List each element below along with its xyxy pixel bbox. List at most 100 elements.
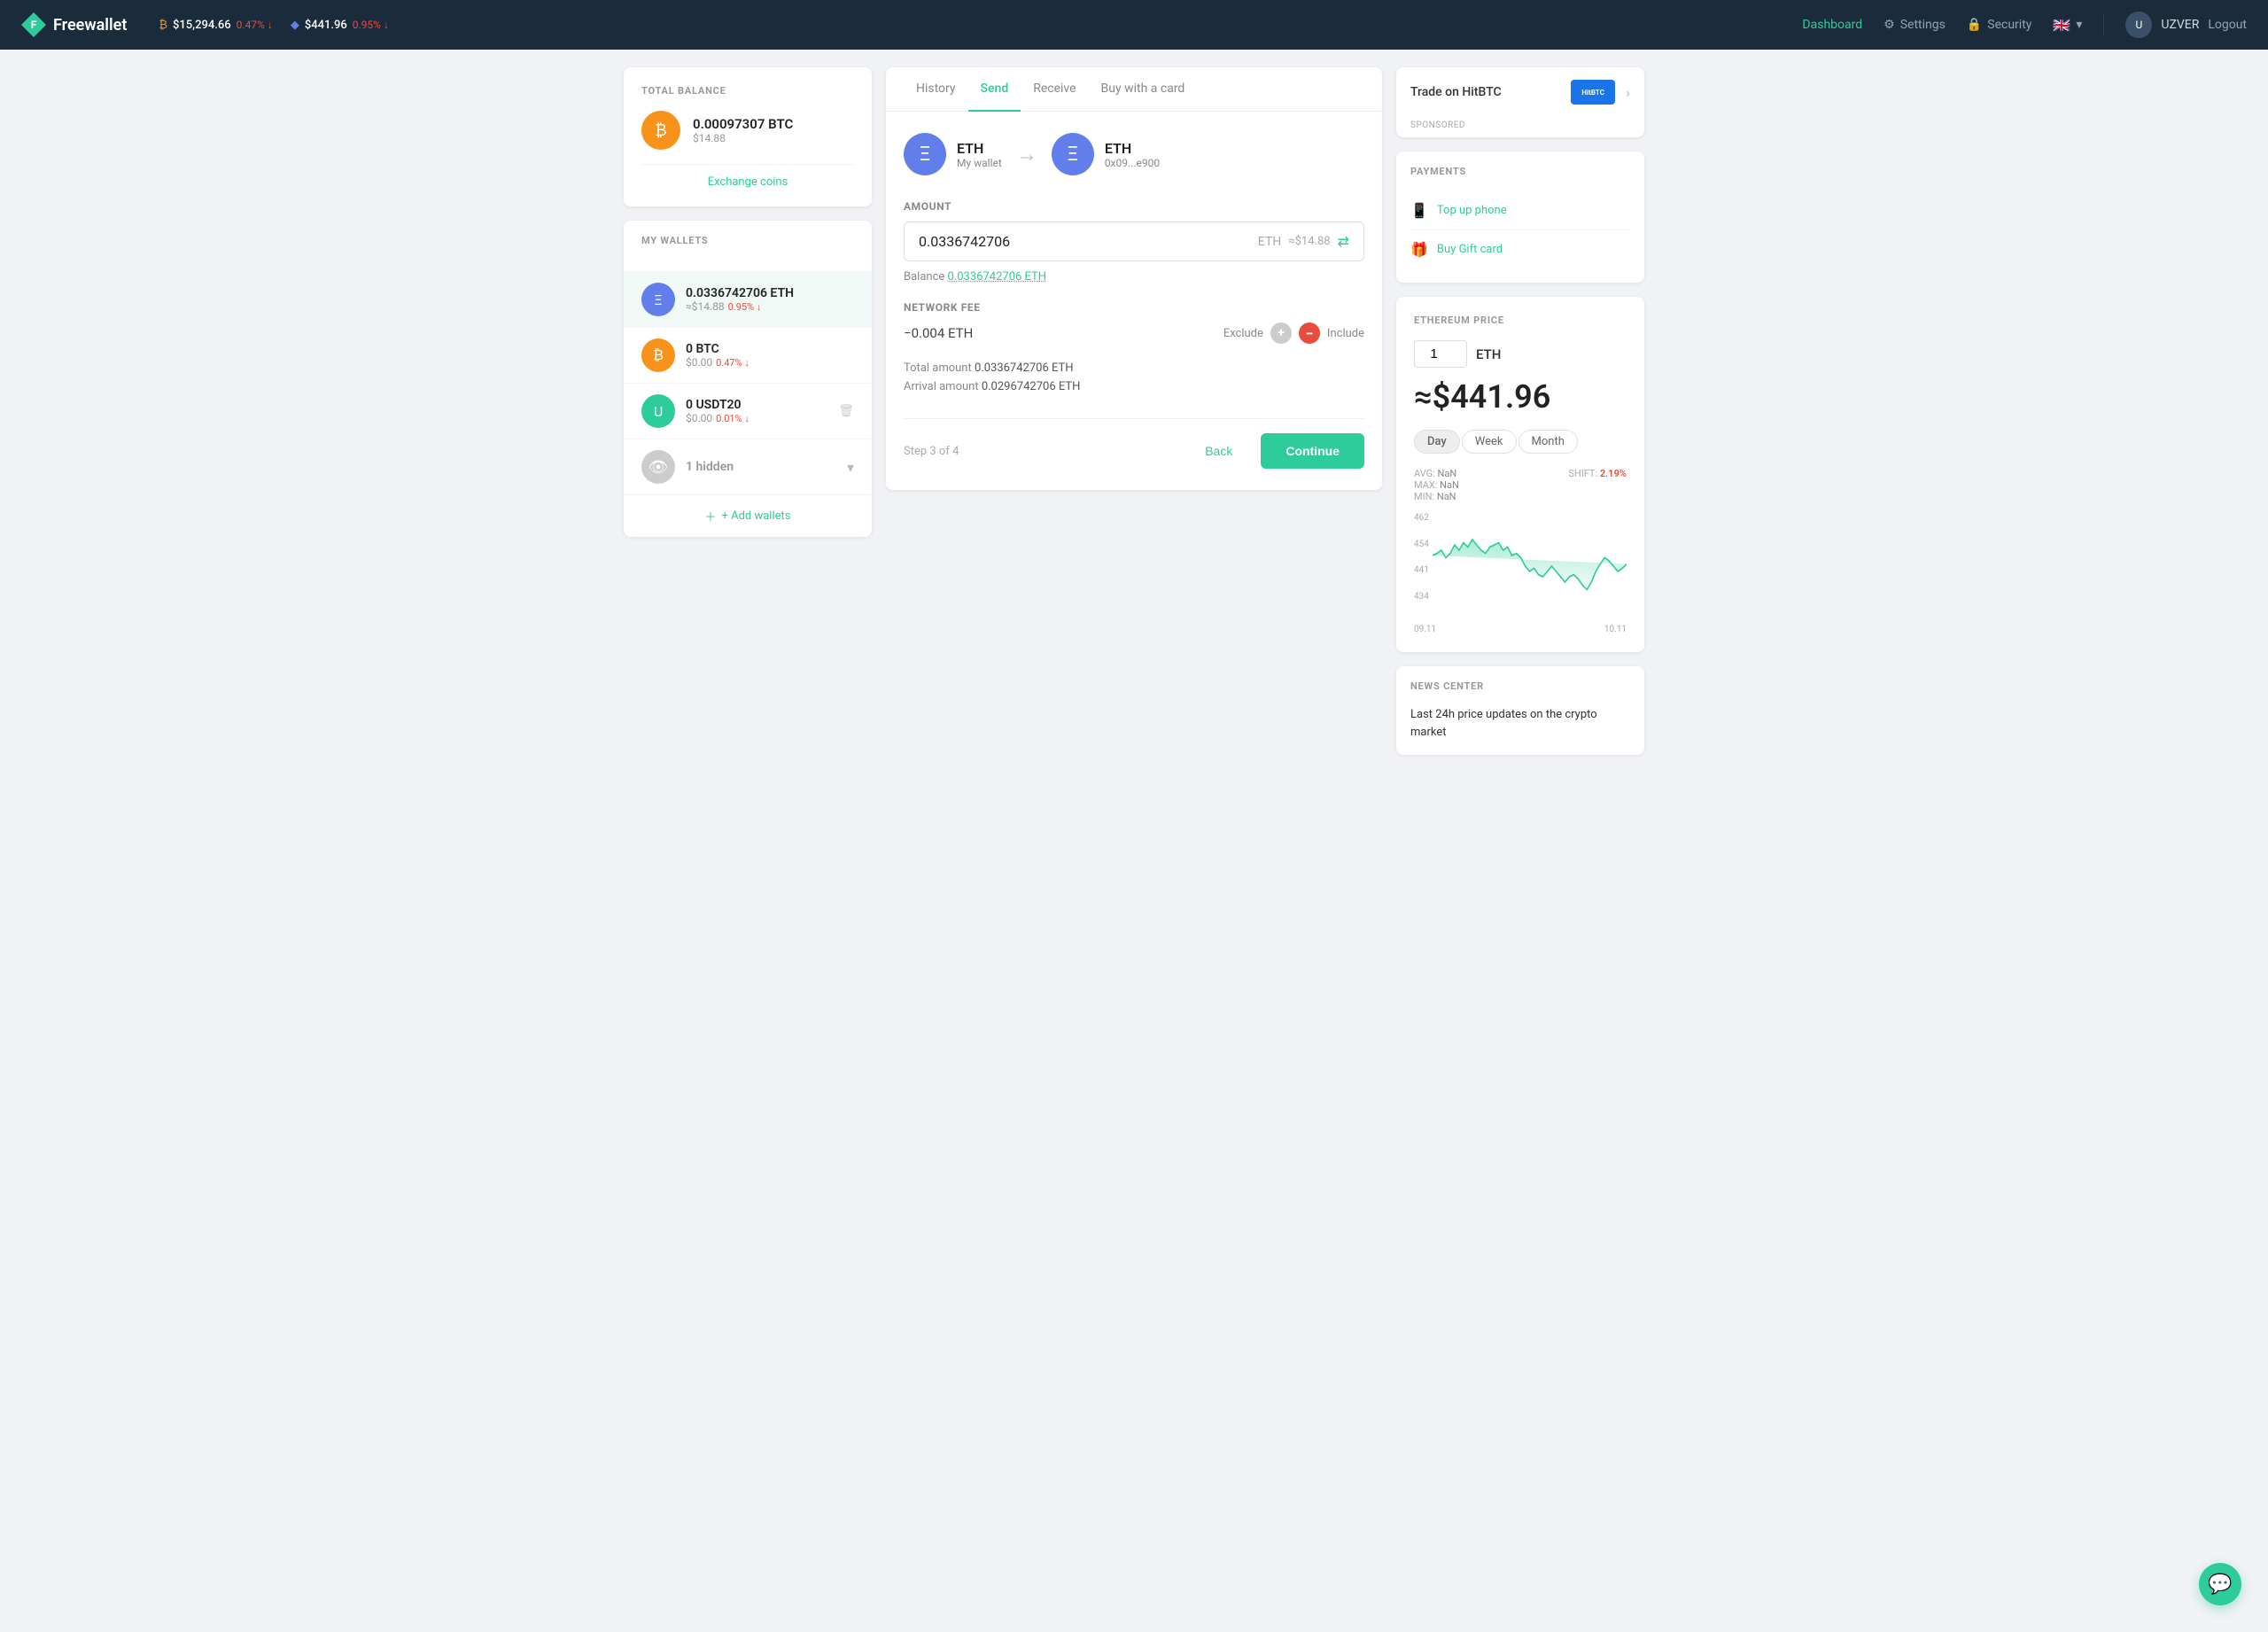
chat-button[interactable]: 💬 [2199, 1563, 2241, 1605]
eth-price-card: ETHEREUM PRICE ETH ≈$441.96 Day Week Mon… [1396, 297, 1644, 652]
top-up-phone-label: Top up phone [1437, 204, 1507, 217]
wallets-header: MY WALLETS [624, 221, 872, 271]
tab-receive[interactable]: Receive [1021, 67, 1088, 112]
nav-user: U UZVER Logout [2125, 12, 2247, 38]
hidden-wallet-label: 1 hidden [686, 460, 836, 474]
btc-change-badge: 0.47% ↓ [716, 357, 750, 369]
buy-gift-card-item[interactable]: 🎁 Buy Gift card [1410, 230, 1630, 268]
hidden-wallet-icon: 👁 [641, 450, 675, 484]
nav-settings[interactable]: ⚙ Settings [1884, 18, 1946, 32]
from-coin-icon: Ξ [904, 133, 946, 175]
stats-left: AVG: NaN MAX: NaN MIN: NaN [1414, 468, 1459, 502]
payments-title: PAYMENTS [1410, 166, 1630, 177]
chart-x-labels: 09.11 10.11 [1414, 625, 1627, 634]
tab-history[interactable]: History [904, 67, 968, 112]
max-stat: MAX: NaN [1414, 479, 1459, 491]
logout-button[interactable]: Logout [2208, 18, 2247, 32]
plus-icon: ＋ [704, 508, 716, 525]
totals-section: Total amount 0.0336742706 ETH Arrival am… [904, 361, 1364, 393]
add-wallets-button[interactable]: ＋ + Add wallets [624, 494, 872, 537]
btc-change: 0.47% ↓ [237, 19, 273, 31]
shift-value: 2.19% [1600, 468, 1627, 479]
eth-wallet-info: 0.0336742706 ETH ≈$14.88 0.95% ↓ [686, 286, 854, 313]
eth-price-input-row: ETH [1414, 340, 1627, 368]
btc-total-icon: ₿ [641, 111, 680, 150]
from-coin-label: My wallet [957, 157, 1002, 169]
wallet-item-eth[interactable]: Ξ 0.0336742706 ETH ≈$14.88 0.95% ↓ [624, 271, 872, 327]
news-item[interactable]: Last 24h price updates on the crypto mar… [1410, 706, 1630, 741]
chart-svg [1433, 513, 1627, 619]
balance-row: ₿ 0.00097307 BTC $14.88 [641, 111, 854, 150]
total-balance-card: TOTAL BALANCE ₿ 0.00097307 BTC $14.88 Ex… [624, 67, 872, 206]
wallet-item-btc[interactable]: ₿ 0 BTC $0.00 0.47% ↓ [624, 327, 872, 383]
step-nav: Step 3 of 4 Back Continue [904, 418, 1364, 469]
step-buttons: Back Continue [1187, 433, 1364, 469]
to-info: ETH 0x09...e900 [1105, 140, 1160, 169]
top-up-phone-item[interactable]: 📱 Top up phone [1410, 191, 1630, 230]
wallets-card: MY WALLETS Ξ 0.0336742706 ETH ≈$14.88 0.… [624, 221, 872, 537]
nav-dashboard[interactable]: Dashboard [1802, 18, 1862, 32]
eth-change-badge: 0.95% ↓ [728, 301, 762, 313]
fee-toggle-remove[interactable]: − [1299, 323, 1320, 344]
send-to: Ξ ETH 0x09...e900 [1052, 133, 1160, 175]
arrival-amount-value: 0.0296742706 ETH [982, 380, 1081, 393]
username: UZVER [2161, 18, 2199, 32]
step-info: Step 3 of 4 [904, 445, 959, 458]
eth-wallet-usd: ≈$14.88 0.95% ↓ [686, 300, 854, 313]
sponsored-label: SPONSORED [1396, 117, 1644, 137]
usdt-wallet-amount: 0 USDT20 [686, 398, 827, 412]
wallet-item-usdt[interactable]: U 0 USDT20 $0.00 0.01% ↓ 🗑 [624, 383, 872, 439]
tab-month[interactable]: Month [1518, 430, 1578, 454]
eth-qty-input[interactable] [1414, 340, 1467, 368]
balance-info: 0.00097307 BTC $14.88 [693, 116, 793, 144]
eth-price-display: ≈$441.96 [1414, 378, 1627, 416]
swap-icon[interactable]: ⇄ [1338, 233, 1349, 250]
btc-price-value: $15,294.66 [173, 19, 231, 32]
gear-icon: ⚙ [1884, 18, 1895, 32]
exchange-coins-link[interactable]: Exchange coins [641, 164, 854, 189]
nav-security[interactable]: 🔒 Security [1967, 18, 2032, 32]
send-card: History Send Receive Buy with a card Ξ E… [886, 67, 1382, 490]
chat-icon: 💬 [2208, 1574, 2232, 1596]
nav-language[interactable]: 🇬🇧 ▾ [2053, 17, 2082, 34]
back-button[interactable]: Back [1187, 433, 1250, 469]
btc-price-item: ₿ $15,294.66 0.47% ↓ [159, 18, 272, 32]
eth-icon-header: ◆ [291, 19, 299, 32]
right-panel: Trade on HitBTC HitBTC › SPONSORED PAYME… [1396, 67, 1644, 755]
avg-stat: AVG: NaN [1414, 468, 1459, 479]
fee-row: −0.004 ETH Exclude + − Include [904, 323, 1364, 344]
eth-price-value: $441.96 [305, 19, 347, 32]
wallet-item-hidden[interactable]: 👁 1 hidden ▾ [624, 439, 872, 494]
balance-link[interactable]: 0.0336742706 ETH [948, 270, 1047, 284]
hitbtc-trade-link[interactable]: Trade on HitBTC HitBTC › [1396, 67, 1644, 117]
avatar[interactable]: U [2125, 12, 2152, 38]
continue-button[interactable]: Continue [1261, 433, 1364, 469]
tab-day[interactable]: Day [1414, 430, 1460, 454]
tab-send[interactable]: Send [968, 67, 1021, 112]
amount-currency: ETH [1258, 235, 1281, 249]
total-amount-label: Total amount [904, 361, 975, 375]
y-axis-labels: 462 454 441 434 [1414, 513, 1433, 602]
eth-price-item: ◆ $441.96 0.95% ↓ [291, 18, 389, 32]
logo[interactable]: F Freewallet [21, 12, 127, 37]
eth-change: 0.95% ↓ [353, 19, 389, 31]
network-fee-label: NETWORK FEE [904, 301, 1364, 314]
tab-buy[interactable]: Buy with a card [1089, 67, 1198, 112]
center-panel: History Send Receive Buy with a card Ξ E… [886, 67, 1382, 755]
chevron-down-icon: ▾ [847, 459, 854, 476]
eth-wallet-icon: Ξ [641, 283, 675, 316]
amount-value: 0.0336742706 [919, 233, 1251, 250]
news-card: NEWS CENTER Last 24h price updates on th… [1396, 666, 1644, 755]
eth-price-title: ETHEREUM PRICE [1414, 315, 1627, 326]
usdt-change-badge: 0.01% ↓ [716, 413, 750, 424]
eth-wallet-amount: 0.0336742706 ETH [686, 286, 854, 300]
tab-week[interactable]: Week [1462, 430, 1517, 454]
amount-input-wrapper[interactable]: 0.0336742706 ETH ≈$14.88 ⇄ [904, 221, 1364, 261]
btc-wallet-info: 0 BTC $0.00 0.47% ↓ [686, 342, 854, 369]
trash-icon[interactable]: 🗑 [838, 404, 854, 418]
include-label: Include [1327, 327, 1364, 340]
header: F Freewallet ₿ $15,294.66 0.47% ↓ ◆ $441… [0, 0, 2268, 50]
fee-toggle-add[interactable]: + [1270, 323, 1292, 344]
btc-wallet-usd: $0.00 0.47% ↓ [686, 356, 854, 369]
btc-wallet-amount: 0 BTC [686, 342, 854, 356]
